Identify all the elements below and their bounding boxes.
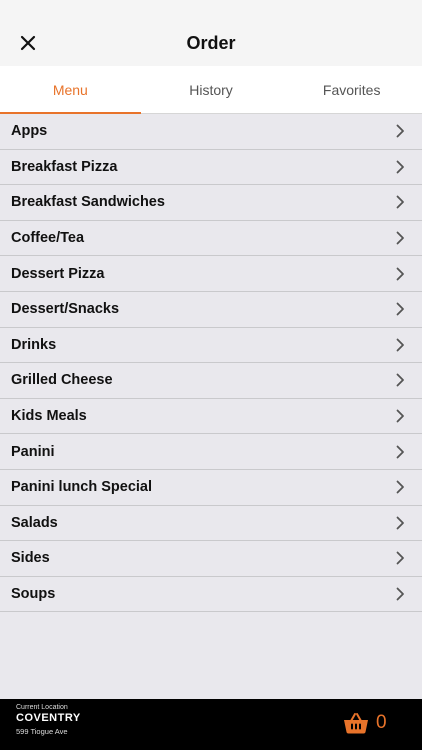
list-item[interactable]: Apps <box>0 114 422 150</box>
chevron-right-icon <box>394 302 406 316</box>
chevron-right-icon <box>394 409 406 423</box>
list-item[interactable]: Dessert Pizza <box>0 256 422 292</box>
list-item-label: Sides <box>11 550 50 567</box>
chevron-right-icon <box>394 480 406 494</box>
list-item[interactable]: Salads <box>0 506 422 542</box>
list-item-label: Apps <box>11 123 48 140</box>
chevron-right-icon <box>394 516 406 530</box>
list-item[interactable]: Coffee/Tea <box>0 221 422 257</box>
list-item[interactable]: Panini <box>0 434 422 470</box>
list-item-label: Panini <box>11 443 55 460</box>
location-name[interactable]: COVENTRY <box>16 712 81 724</box>
chevron-right-icon <box>394 124 406 138</box>
chevron-right-icon <box>394 195 406 209</box>
location-caption: Current Location <box>16 704 68 711</box>
chevron-right-icon <box>394 338 406 352</box>
list-item-label: Grilled Cheese <box>11 372 113 389</box>
list-item[interactable]: Dessert/Snacks <box>0 292 422 328</box>
tab-history[interactable]: History <box>141 66 282 113</box>
basket-icon <box>344 713 368 734</box>
menu-category-list: Apps Breakfast Pizza Breakfast Sandwiche… <box>0 114 422 613</box>
tab-menu[interactable]: Menu <box>0 66 141 114</box>
list-item-label: Salads <box>11 514 58 531</box>
list-item[interactable]: Kids Meals <box>0 399 422 435</box>
list-item-label: Breakfast Sandwiches <box>11 194 165 211</box>
chevron-right-icon <box>394 587 406 601</box>
close-icon <box>20 35 36 51</box>
chevron-right-icon <box>394 160 406 174</box>
list-item[interactable]: Breakfast Sandwiches <box>0 185 422 221</box>
list-item-label: Dessert Pizza <box>11 265 105 282</box>
tab-favorites[interactable]: Favorites <box>281 66 422 113</box>
list-item-label: Breakfast Pizza <box>11 158 118 175</box>
location-footer: Current Location COVENTRY 599 Tiogue Ave… <box>0 699 422 750</box>
list-item-label: Kids Meals <box>11 408 87 425</box>
list-item-label: Coffee/Tea <box>11 230 85 247</box>
list-item-label: Soups <box>11 586 56 603</box>
chevron-right-icon <box>394 551 406 565</box>
list-item-label: Panini lunch Special <box>11 479 153 496</box>
cart-count: 0 <box>376 712 387 733</box>
top-bar: Order <box>0 0 422 66</box>
list-item-label: Drinks <box>11 336 57 353</box>
list-item[interactable]: Breakfast Pizza <box>0 150 422 186</box>
list-item[interactable]: Drinks <box>0 328 422 364</box>
chevron-right-icon <box>394 231 406 245</box>
chevron-right-icon <box>394 373 406 387</box>
close-button[interactable] <box>14 29 42 57</box>
list-item-label: Dessert/Snacks <box>11 301 120 318</box>
chevron-right-icon <box>394 267 406 281</box>
chevron-right-icon <box>394 445 406 459</box>
tab-bar: Menu History Favorites <box>0 66 422 114</box>
list-item[interactable]: Grilled Cheese <box>0 363 422 399</box>
page-title: Order <box>186 32 236 53</box>
list-item[interactable]: Sides <box>0 541 422 577</box>
list-item[interactable]: Soups <box>0 577 422 613</box>
list-item[interactable]: Panini lunch Special <box>0 470 422 506</box>
location-address: 599 Tiogue Ave <box>16 727 68 736</box>
cart-button[interactable] <box>343 711 369 735</box>
